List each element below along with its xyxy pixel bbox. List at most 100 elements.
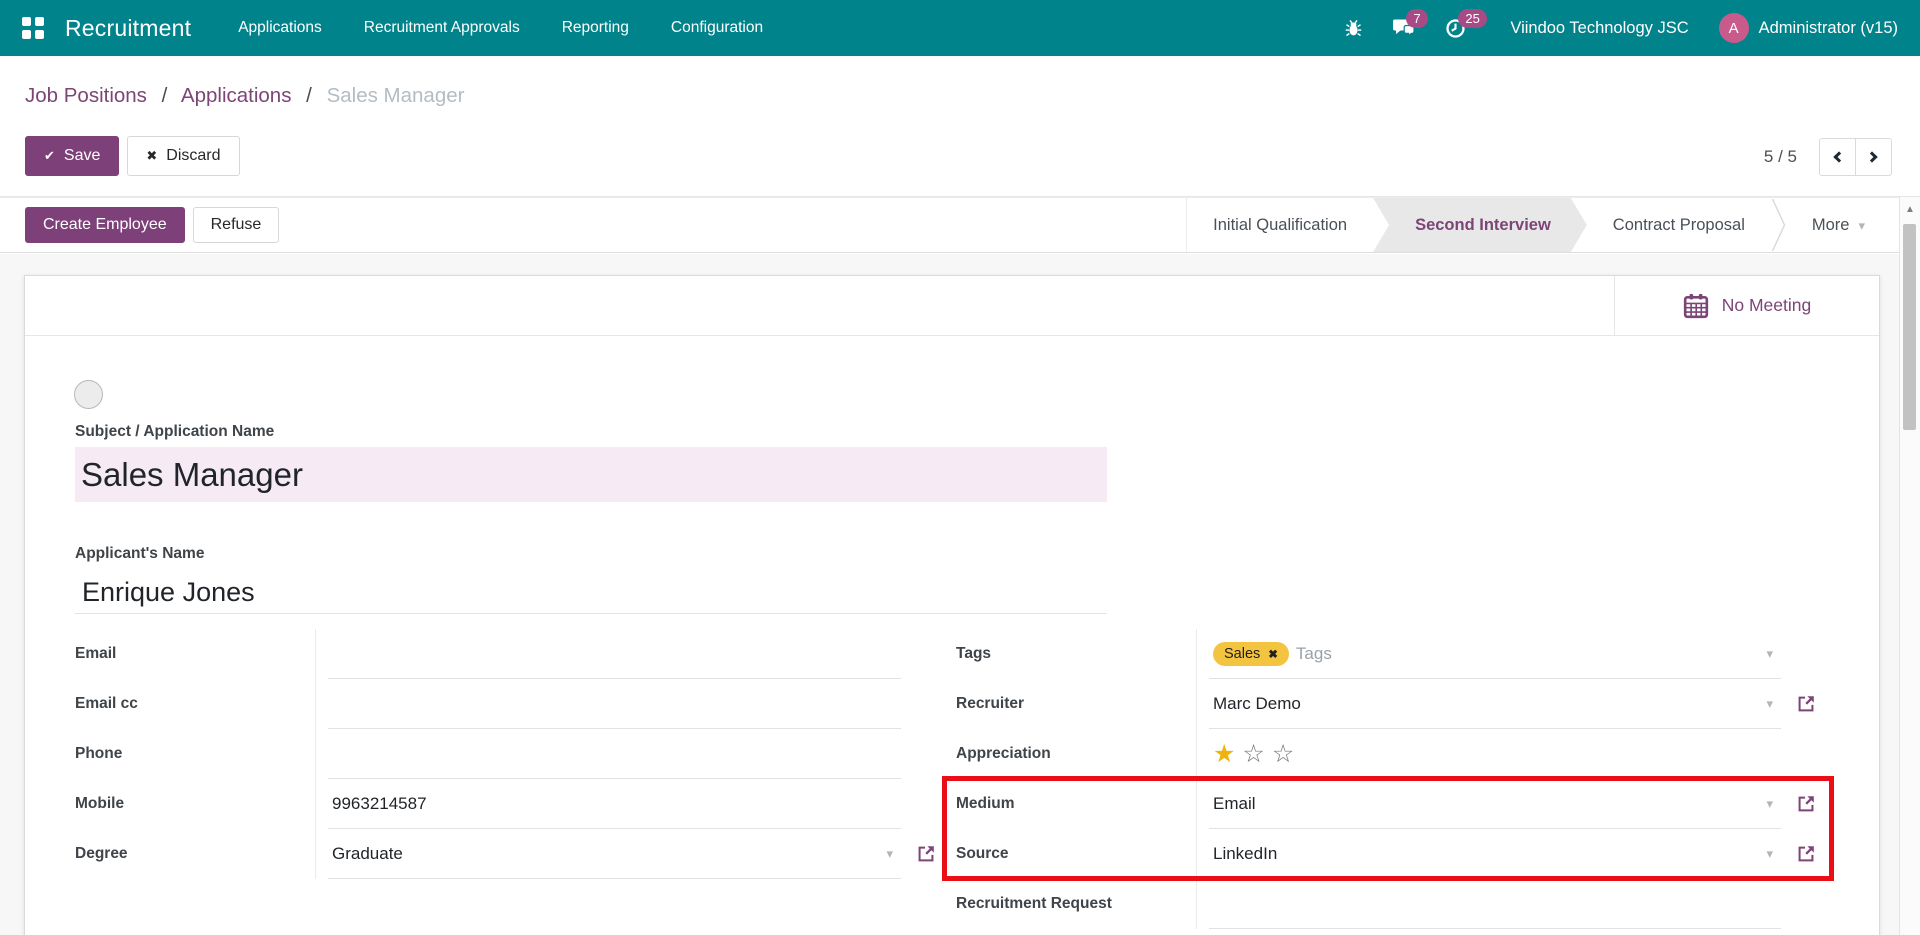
mobile-row: Mobile 9963214587 bbox=[75, 779, 901, 829]
create-employee-button[interactable]: Create Employee bbox=[25, 207, 185, 243]
stage-initial-qualification[interactable]: Initial Qualification bbox=[1187, 198, 1373, 252]
debug-bug-icon[interactable] bbox=[1344, 18, 1363, 38]
medium-select[interactable]: Email ▾ bbox=[1209, 779, 1781, 829]
caret-down-icon[interactable]: ▾ bbox=[1766, 847, 1773, 860]
mobile-input[interactable]: 9963214587 bbox=[328, 779, 901, 829]
company-switcher[interactable]: Viindoo Technology JSC bbox=[1510, 19, 1688, 38]
caret-down-icon[interactable]: ▾ bbox=[1766, 797, 1773, 810]
stage-second-interview-active[interactable]: Second Interview bbox=[1373, 198, 1587, 252]
recruitment-request-select[interactable] bbox=[1209, 879, 1781, 929]
recruitment-app-screen: Recruitment Applications Recruitment App… bbox=[0, 0, 1920, 935]
scrollbar-up-icon[interactable]: ▲ bbox=[1900, 204, 1920, 215]
chevron-right-icon bbox=[1866, 151, 1877, 162]
caret-down-icon[interactable]: ▾ bbox=[1766, 647, 1773, 660]
phone-input[interactable] bbox=[328, 729, 901, 779]
discard-button[interactable]: ✖ Discard bbox=[127, 136, 239, 176]
email-label: Email bbox=[75, 629, 316, 679]
x-icon: ✖ bbox=[146, 149, 157, 164]
email-row: Email bbox=[75, 629, 901, 679]
appreciation-label: Appreciation bbox=[956, 729, 1197, 779]
activities-clock-icon[interactable]: 25 bbox=[1445, 18, 1466, 39]
form-sheet: No Meeting Subject / Application Name Sa… bbox=[24, 275, 1880, 935]
breadcrumb-separator: / bbox=[306, 84, 312, 107]
breadcrumb-current: Sales Manager bbox=[327, 84, 465, 107]
top-navbar: Recruitment Applications Recruitment App… bbox=[0, 0, 1920, 56]
save-button[interactable]: ✔ Save bbox=[25, 136, 119, 176]
pager-next-button[interactable] bbox=[1855, 138, 1892, 176]
recruitment-request-label: Recruitment Request bbox=[956, 879, 1197, 929]
star-empty-icon[interactable]: ☆ bbox=[1242, 742, 1264, 767]
recruitment-request-row: Recruitment Request bbox=[956, 879, 1781, 929]
stage-separator bbox=[1771, 198, 1786, 252]
nav-menu-configuration[interactable]: Configuration bbox=[650, 0, 784, 56]
user-name: Administrator (v15) bbox=[1759, 19, 1898, 38]
tag-sales[interactable]: Sales ✖ bbox=[1213, 642, 1289, 666]
caret-down-icon[interactable]: ▾ bbox=[886, 847, 893, 860]
button-box: No Meeting bbox=[25, 276, 1879, 336]
field-group-right: Tags Sales ✖ Tags ▾ Recruiter Marc Demo bbox=[956, 629, 1781, 929]
nav-menu-recruitment-approvals[interactable]: Recruitment Approvals bbox=[343, 0, 541, 56]
star-filled-icon[interactable]: ★ bbox=[1213, 742, 1235, 767]
phone-label: Phone bbox=[75, 729, 316, 779]
more-label: More bbox=[1812, 216, 1850, 235]
email-cc-label: Email cc bbox=[75, 679, 316, 729]
pager-counter: 5 / 5 bbox=[1764, 147, 1797, 167]
save-label: Save bbox=[64, 147, 100, 165]
no-meeting-label: No Meeting bbox=[1722, 295, 1812, 316]
applicant-name-label: Applicant's Name bbox=[75, 545, 204, 563]
source-value: LinkedIn bbox=[1213, 844, 1277, 864]
breadcrumb-job-positions[interactable]: Job Positions bbox=[25, 84, 147, 107]
email-input[interactable] bbox=[328, 629, 901, 679]
vertical-scrollbar[interactable]: ▲ bbox=[1899, 197, 1920, 935]
refuse-button[interactable]: Refuse bbox=[193, 207, 280, 243]
external-link-icon[interactable] bbox=[1795, 793, 1817, 815]
external-link-icon[interactable] bbox=[915, 843, 937, 865]
applicant-name-input[interactable]: Enrique Jones bbox=[75, 571, 1107, 614]
phone-row: Phone bbox=[75, 729, 901, 779]
tags-label: Tags bbox=[956, 629, 1197, 679]
tag-label: Sales bbox=[1224, 646, 1260, 662]
recruiter-row: Recruiter Marc Demo ▾ bbox=[956, 679, 1781, 729]
mobile-label: Mobile bbox=[75, 779, 316, 829]
stage-more-dropdown[interactable]: More ▾ bbox=[1786, 198, 1899, 252]
applicant-photo-placeholder[interactable] bbox=[74, 380, 103, 409]
external-link-icon[interactable] bbox=[1795, 843, 1817, 865]
pager: 5 / 5 bbox=[1764, 138, 1892, 176]
check-icon: ✔ bbox=[44, 149, 55, 164]
stage-contract-proposal[interactable]: Contract Proposal bbox=[1587, 198, 1771, 252]
recruiter-value: Marc Demo bbox=[1213, 694, 1301, 714]
breadcrumb: Job Positions / Applications / Sales Man… bbox=[25, 84, 464, 108]
caret-down-icon[interactable]: ▾ bbox=[1766, 697, 1773, 710]
stage-selector: Initial Qualification Second Interview C… bbox=[1186, 198, 1899, 252]
tags-input[interactable]: Sales ✖ Tags ▾ bbox=[1209, 629, 1781, 679]
messages-icon[interactable]: 7 bbox=[1393, 18, 1415, 38]
pager-previous-button[interactable] bbox=[1819, 138, 1856, 176]
source-select[interactable]: LinkedIn ▾ bbox=[1209, 829, 1781, 879]
degree-select[interactable]: Graduate ▾ bbox=[328, 829, 901, 879]
user-menu[interactable]: A Administrator (v15) bbox=[1719, 13, 1898, 43]
star-empty-icon[interactable]: ☆ bbox=[1272, 742, 1294, 767]
recruiter-label: Recruiter bbox=[956, 679, 1197, 729]
degree-row: Degree Graduate ▾ bbox=[75, 829, 901, 879]
app-title[interactable]: Recruitment bbox=[65, 15, 191, 42]
subject-input[interactable]: Sales Manager bbox=[75, 447, 1107, 502]
nav-menu-applications[interactable]: Applications bbox=[217, 0, 343, 56]
mobile-value: 9963214587 bbox=[332, 794, 427, 814]
navbar-left: Recruitment Applications Recruitment App… bbox=[18, 0, 784, 56]
caret-down-icon: ▾ bbox=[1858, 219, 1865, 232]
subject-label: Subject / Application Name bbox=[75, 423, 274, 441]
scrollbar-thumb[interactable] bbox=[1903, 224, 1916, 430]
tag-remove-icon[interactable]: ✖ bbox=[1268, 647, 1278, 661]
apps-grid-icon[interactable] bbox=[22, 17, 44, 39]
email-cc-input[interactable] bbox=[328, 679, 901, 729]
recruiter-select[interactable]: Marc Demo ▾ bbox=[1209, 679, 1781, 729]
avatar: A bbox=[1719, 13, 1749, 43]
form-statusbar: Create Employee Refuse Initial Qualifica… bbox=[0, 197, 1899, 253]
nav-menu-reporting[interactable]: Reporting bbox=[541, 0, 650, 56]
medium-label: Medium bbox=[956, 779, 1197, 829]
no-meeting-button[interactable]: No Meeting bbox=[1614, 276, 1879, 335]
external-link-icon[interactable] bbox=[1795, 693, 1817, 715]
tags-row: Tags Sales ✖ Tags ▾ bbox=[956, 629, 1781, 679]
medium-row: Medium Email ▾ bbox=[956, 779, 1781, 829]
breadcrumb-applications[interactable]: Applications bbox=[181, 84, 292, 107]
